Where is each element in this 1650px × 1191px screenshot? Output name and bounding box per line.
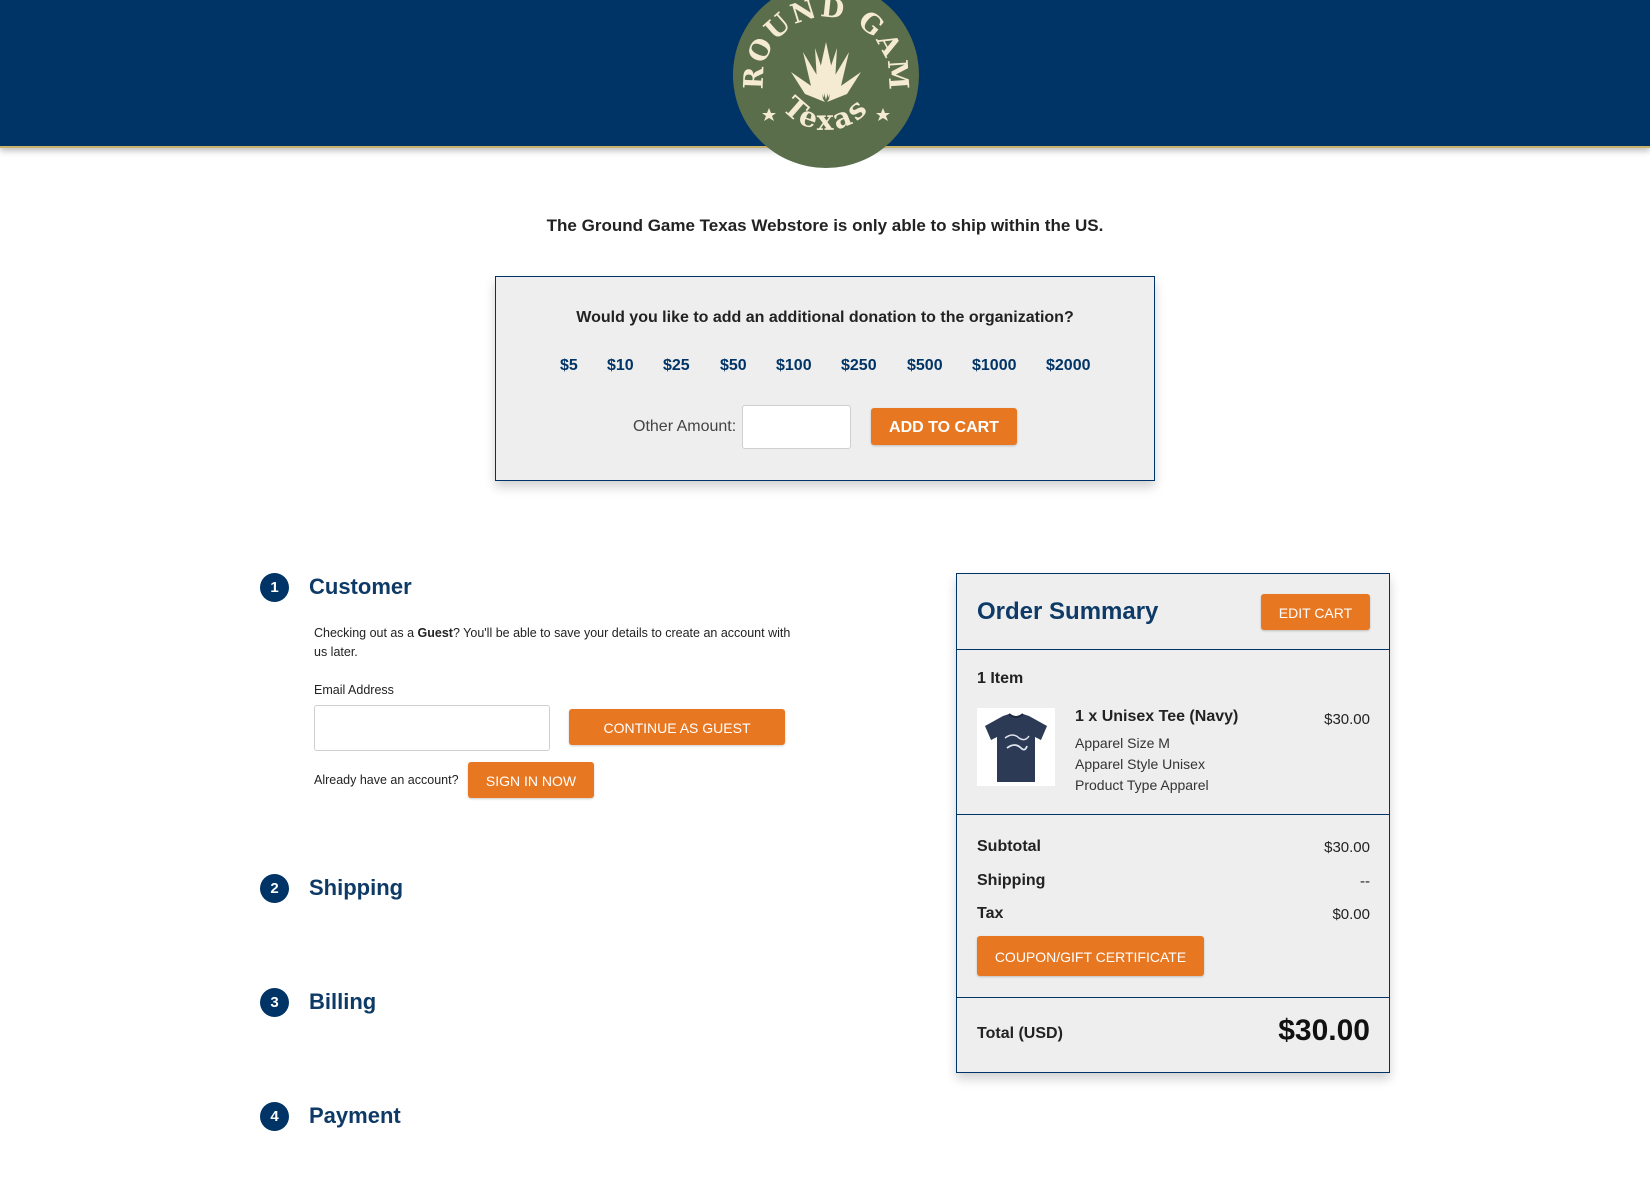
item-count: 1 Item [977,670,1024,687]
step-title: Payment [309,1103,401,1128]
donation-amount-5[interactable]: $5 [560,357,578,375]
order-summary: Order Summary EDIT CART 1 Item 1 x Unise… [956,573,1390,1073]
donation-panel: Would you like to add an additional dona… [495,276,1155,481]
donation-amount-50[interactable]: $50 [720,357,747,375]
product-thumbnail [977,708,1055,786]
step-number: 4 [260,1102,289,1131]
shipping-label: Shipping [977,872,1046,889]
logo-emblem-icon: GROUND GAME Texas [720,0,919,168]
continue-as-guest-button[interactable]: CONTINUE AS GUEST [569,709,785,745]
item-price: $30.00 [1324,711,1370,728]
summary-divider [957,649,1389,650]
email-label: Email Address [314,683,394,697]
total-label: Total (USD) [977,1025,1063,1042]
guest-text-bold: Guest [417,626,453,640]
step-title: Shipping [309,875,404,900]
item-option: Product Type Apparel [1075,777,1209,793]
summary-divider [957,814,1389,815]
donation-amount-25[interactable]: $25 [663,357,690,375]
shipping-value: -- [1360,873,1370,890]
sign-in-button[interactable]: SIGN IN NOW [468,762,594,798]
item-name: 1 x Unisex Tee (Navy) [1075,708,1239,725]
step-title: Customer [309,574,412,599]
guest-checkout-text: Checking out as a Guest? You'll be able … [314,624,794,662]
email-field[interactable] [314,705,550,751]
donation-amount-2000[interactable]: $2000 [1046,357,1091,375]
shipping-notice: The Ground Game Texas Webstore is only a… [546,216,1104,235]
donation-amount-10[interactable]: $10 [607,357,634,375]
step-number: 3 [260,988,289,1017]
donation-amount-1000[interactable]: $1000 [972,357,1017,375]
subtotal-value: $30.00 [1324,839,1370,856]
edit-cart-button[interactable]: EDIT CART [1261,594,1370,630]
ground-game-texas-logo[interactable]: GROUND GAME Texas [720,0,919,168]
other-amount-input[interactable] [742,405,851,449]
step-number: 2 [260,874,289,903]
donation-amount-250[interactable]: $250 [841,357,877,375]
step-number: 1 [260,573,289,602]
donation-amount-500[interactable]: $500 [907,357,943,375]
order-summary-title: Order Summary [977,598,1159,625]
account-prompt: Already have an account? [314,773,459,787]
item-option: Apparel Style Unisex [1075,756,1205,772]
subtotal-label: Subtotal [977,838,1041,855]
tax-label: Tax [977,905,1004,922]
guest-text-before: Checking out as a [314,626,418,640]
tax-value: $0.00 [1332,906,1370,923]
total-value: $30.00 [1278,1014,1370,1047]
other-amount-label: Other Amount: [633,418,737,435]
donation-amount-100[interactable]: $100 [776,357,812,375]
donation-question: Would you like to add an additional dona… [576,309,1074,326]
item-option: Apparel Size M [1075,735,1170,751]
summary-divider [957,997,1389,998]
add-to-cart-button[interactable]: ADD TO CART [871,408,1017,445]
tshirt-icon [977,708,1055,786]
coupon-gift-certificate-button[interactable]: COUPON/GIFT CERTIFICATE [977,936,1204,976]
step-title: Billing [309,989,377,1014]
